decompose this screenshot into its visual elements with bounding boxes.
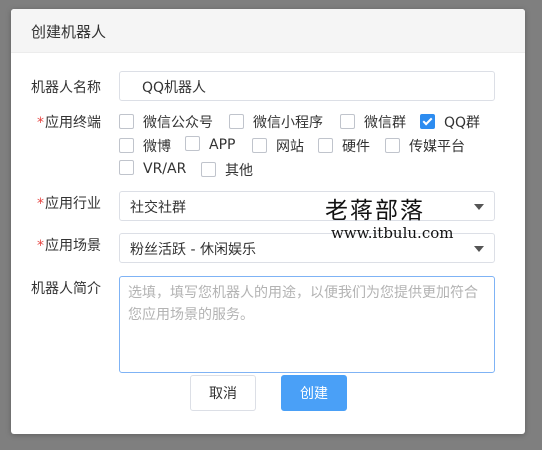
checkbox-label: APP xyxy=(209,137,236,153)
checkbox-box[interactable] xyxy=(119,138,134,153)
checkbox-label: 微信群 xyxy=(364,115,406,131)
checkbox-box[interactable] xyxy=(185,136,200,151)
checkbox-weibo[interactable]: 微博 xyxy=(119,136,171,156)
cancel-button[interactable]: 取消 xyxy=(190,375,256,411)
create-button[interactable]: 创建 xyxy=(281,375,347,411)
checkbox-box[interactable] xyxy=(385,138,400,153)
checkbox-box[interactable] xyxy=(252,138,267,153)
checkbox-qq-group[interactable]: QQ群 xyxy=(420,112,480,132)
scene-select-value: 粉丝活跃 - 休闲娱乐 xyxy=(130,242,256,258)
terminal-label-text: 应用终端 xyxy=(45,115,101,131)
checkbox-label: QQ群 xyxy=(444,115,481,131)
checkbox-box[interactable] xyxy=(201,162,216,177)
checkbox-label: 微信公众号 xyxy=(143,115,213,131)
checkbox-wechat-official[interactable]: 微信公众号 xyxy=(119,112,213,132)
create-robot-dialog: 创建机器人 机器人名称 QQ机器人 *应用终端 微信公众号 微信小程序 微信群 … xyxy=(11,9,525,434)
intro-label: 机器人简介 xyxy=(31,281,101,297)
checkbox-label: 传媒平台 xyxy=(409,139,465,155)
industry-label-text: 应用行业 xyxy=(45,196,101,212)
checkbox-website[interactable]: 网站 xyxy=(252,136,304,156)
checkbox-wechat-group[interactable]: 微信群 xyxy=(340,112,406,132)
checkbox-wechat-miniprogram[interactable]: 微信小程序 xyxy=(229,112,323,132)
intro-textarea[interactable]: 选填，填写您机器人的用途，以便我们为您提供更加符合您应用场景的服务。 xyxy=(119,276,495,373)
scene-label: *应用场景 xyxy=(37,235,101,255)
terminal-label: *应用终端 xyxy=(37,112,101,132)
checkbox-app[interactable]: APP xyxy=(185,136,235,156)
checkbox-box[interactable] xyxy=(229,114,244,129)
checkbox-vr-ar[interactable]: VR/AR xyxy=(119,160,186,180)
robot-name-input[interactable]: QQ机器人 xyxy=(119,71,495,101)
checkbox-box[interactable] xyxy=(119,160,134,175)
checkbox-other[interactable]: 其他 xyxy=(201,160,253,180)
checkbox-label: 硬件 xyxy=(342,139,370,155)
industry-select-value: 社交社群 xyxy=(130,200,186,216)
scene-label-text: 应用场景 xyxy=(45,238,101,254)
watermark-title: 老蒋部落 xyxy=(325,198,425,224)
chevron-down-icon[interactable] xyxy=(474,246,484,252)
checkbox-box[interactable] xyxy=(318,138,333,153)
industry-label: *应用行业 xyxy=(37,193,101,213)
industry-select[interactable]: 社交社群 xyxy=(119,191,495,221)
required-mark: * xyxy=(37,115,44,131)
checkbox-label: 微信小程序 xyxy=(253,115,323,131)
required-mark: * xyxy=(37,196,44,212)
checkbox-label: VR/AR xyxy=(143,161,187,177)
checkbox-label: 微博 xyxy=(143,139,171,155)
watermark-url: www.itbulu.com xyxy=(331,224,454,242)
checkbox-box[interactable] xyxy=(340,114,355,129)
chevron-down-icon[interactable] xyxy=(474,204,484,210)
dialog-title: 创建机器人 xyxy=(11,9,525,53)
name-label: 机器人名称 xyxy=(31,80,101,96)
checkbox-hardware[interactable]: 硬件 xyxy=(318,136,370,156)
checkbox-label: 网站 xyxy=(276,139,304,155)
checkbox-label: 其他 xyxy=(225,163,253,179)
checkbox-media-platform[interactable]: 传媒平台 xyxy=(385,136,465,156)
required-mark: * xyxy=(37,238,44,254)
checkbox-checked-icon[interactable] xyxy=(420,114,435,129)
checkbox-box[interactable] xyxy=(119,114,134,129)
